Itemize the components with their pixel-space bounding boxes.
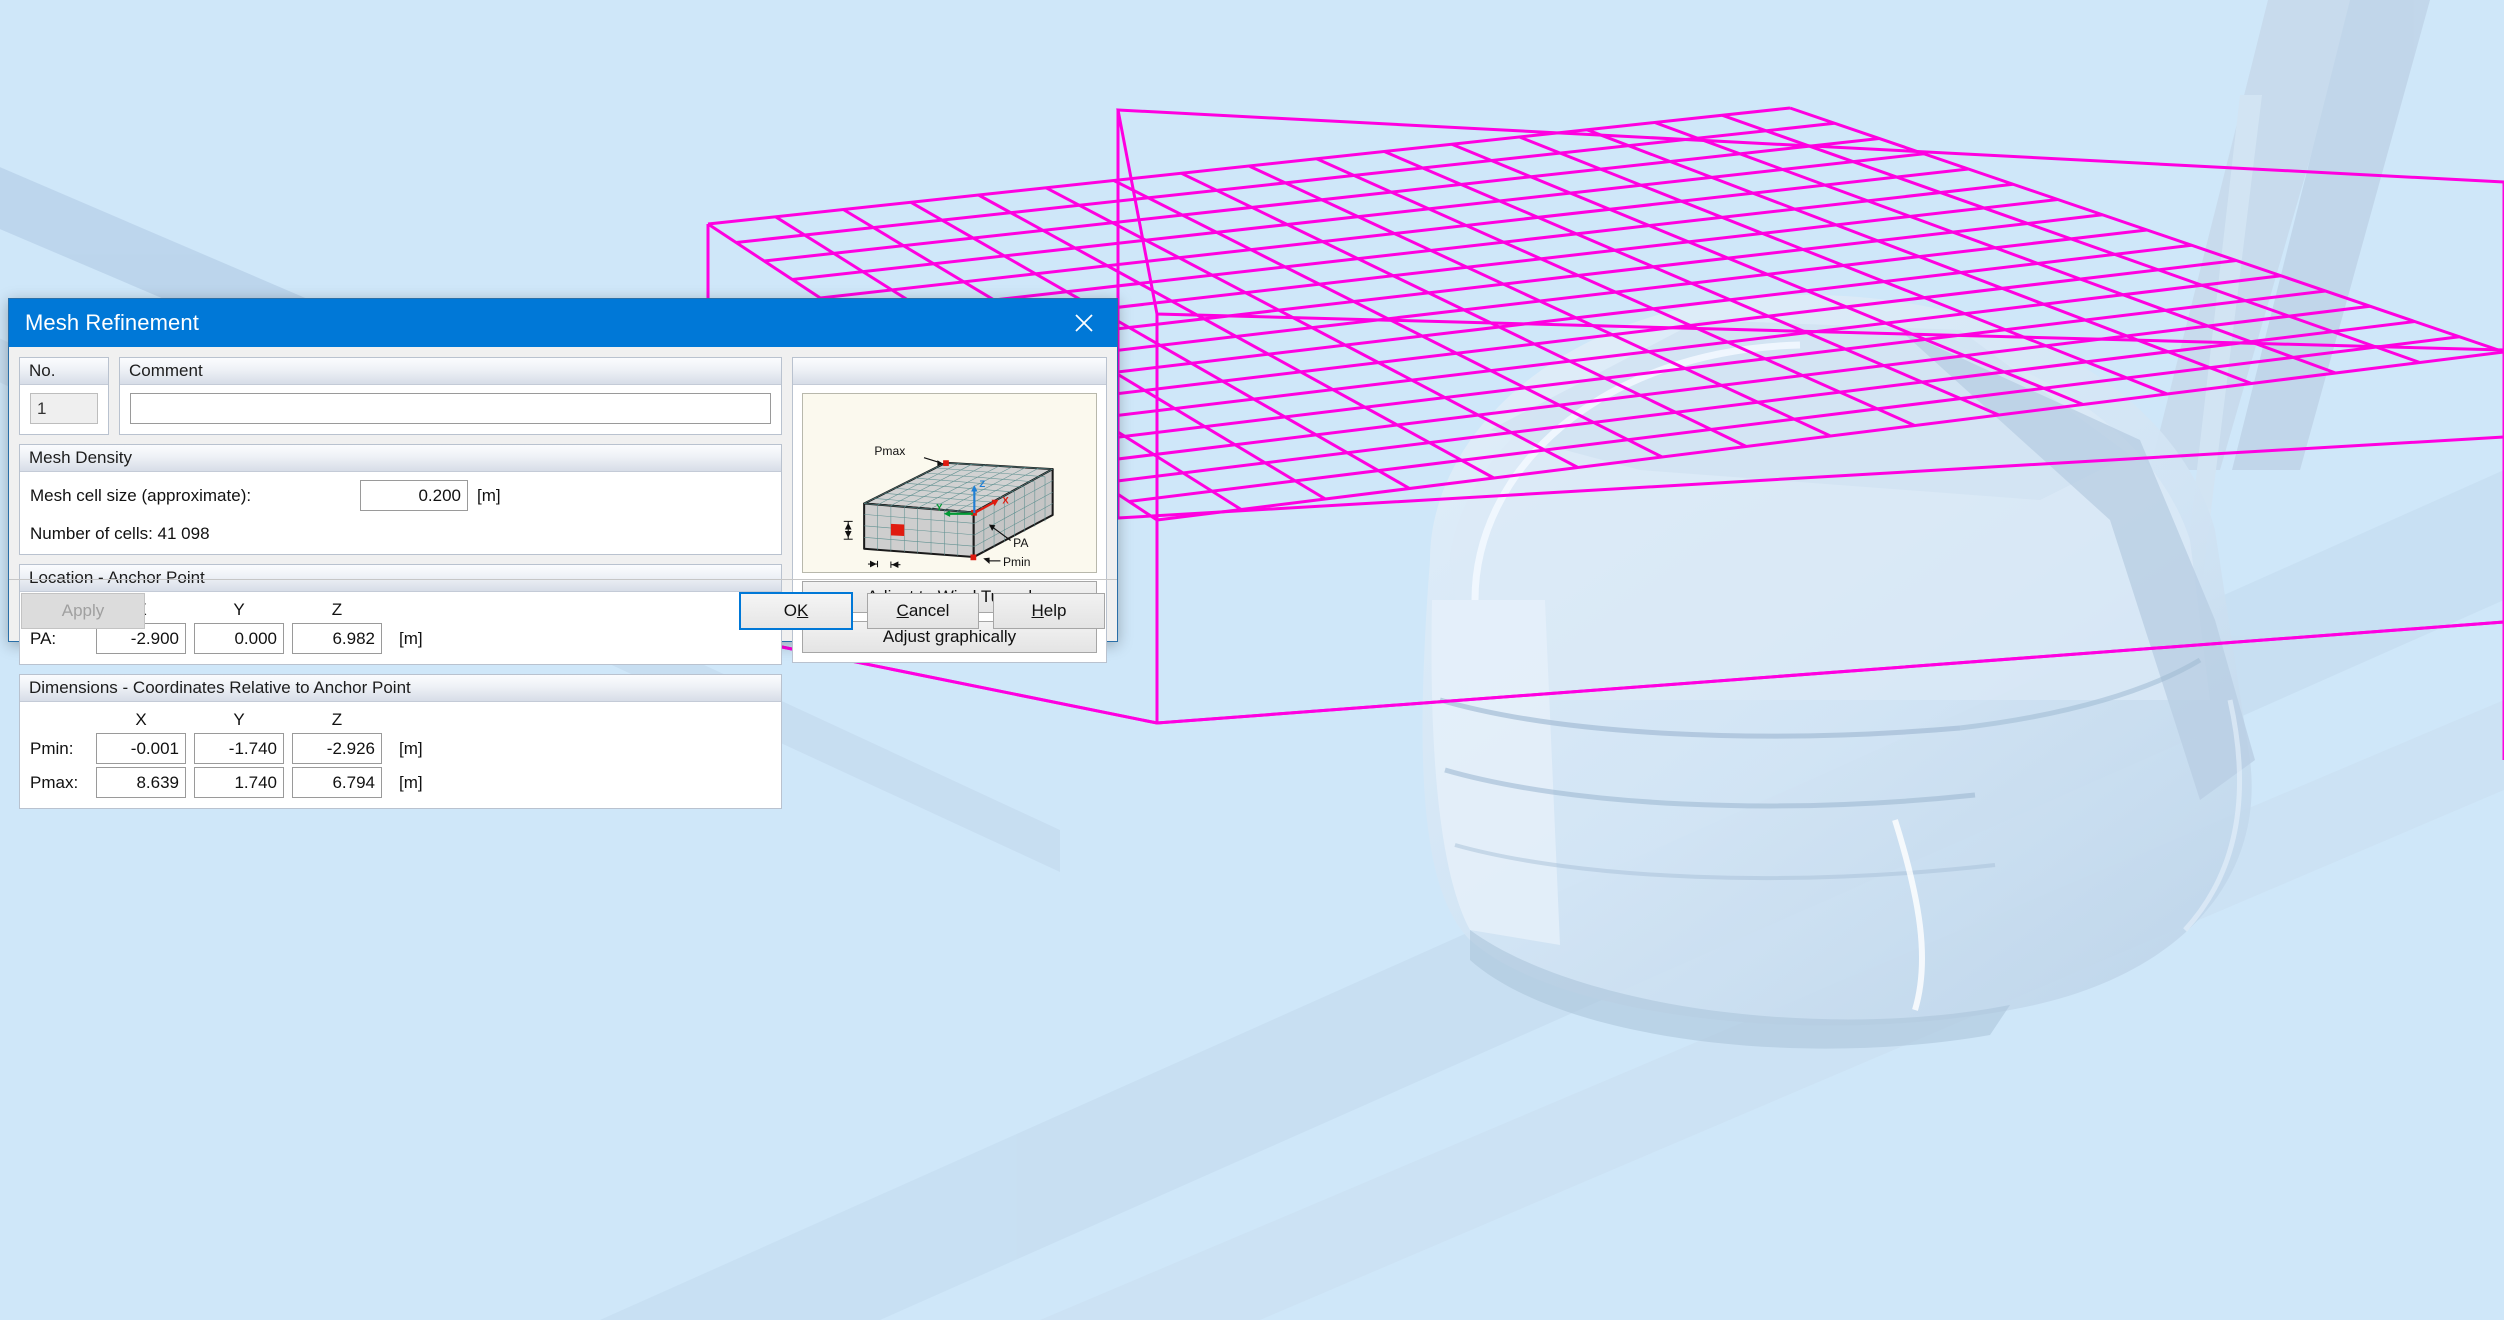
- dialog-footer: Apply OK Cancel Help: [9, 579, 1117, 641]
- label-pmin: Pmin: [1003, 555, 1031, 569]
- cancel-button[interactable]: Cancel: [867, 592, 979, 629]
- pmax-y-input[interactable]: 1.740: [194, 767, 284, 798]
- dimensions-group-header: Dimensions - Coordinates Relative to Anc…: [20, 675, 782, 702]
- no-group-header: No.: [20, 358, 108, 385]
- pmin-x-input[interactable]: -0.001: [96, 733, 186, 764]
- pmax-unit: [m]: [399, 772, 423, 792]
- dialog-title: Mesh Refinement: [25, 310, 199, 335]
- mesh-cell-size-row: Mesh cell size (approximate): 0.200 [m]: [30, 480, 771, 511]
- mesh-refinement-diagram: Z Y X Pmax PA Pmin: [802, 393, 1097, 574]
- label-pa: PA: [1013, 536, 1029, 550]
- apply-button[interactable]: Apply: [21, 592, 145, 629]
- no-field[interactable]: 1: [30, 393, 98, 424]
- mesh-density-header: Mesh Density: [20, 445, 782, 472]
- pmax-z-input[interactable]: 6.794: [292, 767, 382, 798]
- no-group: No. 1: [19, 357, 109, 435]
- mesh-density-group: Mesh Density Mesh cell size (approximate…: [19, 444, 783, 555]
- mesh-refinement-dialog[interactable]: Mesh Refinement No. 1 Comment Mesh Densi…: [8, 298, 1118, 809]
- mesh-cell-size-label: Mesh cell size (approximate):: [30, 485, 252, 505]
- help-accelerator: H: [1031, 600, 1044, 620]
- highlighted-cell: [890, 523, 905, 537]
- number-of-cells-label: Number of cells: 41 098: [30, 524, 210, 543]
- axis-header-z: Z: [331, 710, 343, 729]
- comment-input[interactable]: [130, 393, 772, 424]
- label-pmax: Pmax: [874, 444, 905, 458]
- mesh-cell-size-input[interactable]: 0.200: [360, 480, 468, 511]
- left-column: No. 1 Comment Mesh Density Mesh cell siz…: [19, 357, 783, 809]
- pmax-label: Pmax:: [30, 772, 79, 792]
- axis-label-z: Z: [979, 479, 985, 490]
- pmax-marker: [943, 460, 949, 466]
- pmax-row: Pmax: 8.639 1.740 6.794 [m]: [30, 767, 771, 798]
- mesh-density-body: Mesh cell size (approximate): 0.200 [m] …: [20, 472, 781, 554]
- ok-button[interactable]: OK: [739, 591, 853, 630]
- axis-label-y: Y: [936, 503, 943, 514]
- pmin-marker: [970, 554, 977, 561]
- axis-header-x: X: [135, 710, 147, 729]
- dialog-titlebar[interactable]: Mesh Refinement: [9, 299, 1117, 347]
- close-icon[interactable]: [1051, 299, 1117, 347]
- dimensions-group-body: X Y Z Pmin: -0.001 -1.740 -2.926 [m] Pma…: [20, 702, 781, 808]
- dimensions-group: Dimensions - Coordinates Relative to Anc…: [19, 674, 783, 809]
- axis-label-x: X: [1002, 496, 1009, 507]
- axis-header-y: Y: [233, 710, 245, 729]
- pmin-unit: [m]: [399, 738, 423, 758]
- mesh-cell-size-unit: [m]: [477, 485, 501, 505]
- pmax-x-input[interactable]: 8.639: [96, 767, 186, 798]
- diagram-canvas: Z Y X Pmax PA Pmin: [803, 394, 1096, 573]
- preview-group-header: [793, 358, 1106, 385]
- help-post: elp: [1043, 600, 1067, 620]
- ok-pre: O: [783, 600, 797, 620]
- comment-group-body: [120, 385, 781, 434]
- pmin-z-input[interactable]: -2.926: [292, 733, 382, 764]
- dialog-body: No. 1 Comment Mesh Density Mesh cell siz…: [9, 347, 1117, 809]
- comment-group: Comment: [119, 357, 783, 435]
- pmin-label: Pmin:: [30, 738, 74, 758]
- pmin-row: Pmin: -0.001 -1.740 -2.926 [m]: [30, 733, 771, 764]
- cancel-post: ancel: [908, 600, 950, 620]
- dimensions-axis-header-row: X Y Z: [30, 710, 771, 730]
- comment-group-header: Comment: [120, 358, 782, 385]
- cancel-accelerator: C: [896, 600, 909, 620]
- no-group-body: 1: [20, 385, 108, 434]
- right-column: Z Y X Pmax PA Pmin Adjust graphically: [792, 357, 1107, 664]
- help-button[interactable]: Help: [993, 592, 1105, 629]
- ok-accelerator: K: [796, 600, 809, 620]
- pmin-y-input[interactable]: -1.740: [194, 733, 284, 764]
- identification-row: No. 1 Comment: [19, 357, 783, 435]
